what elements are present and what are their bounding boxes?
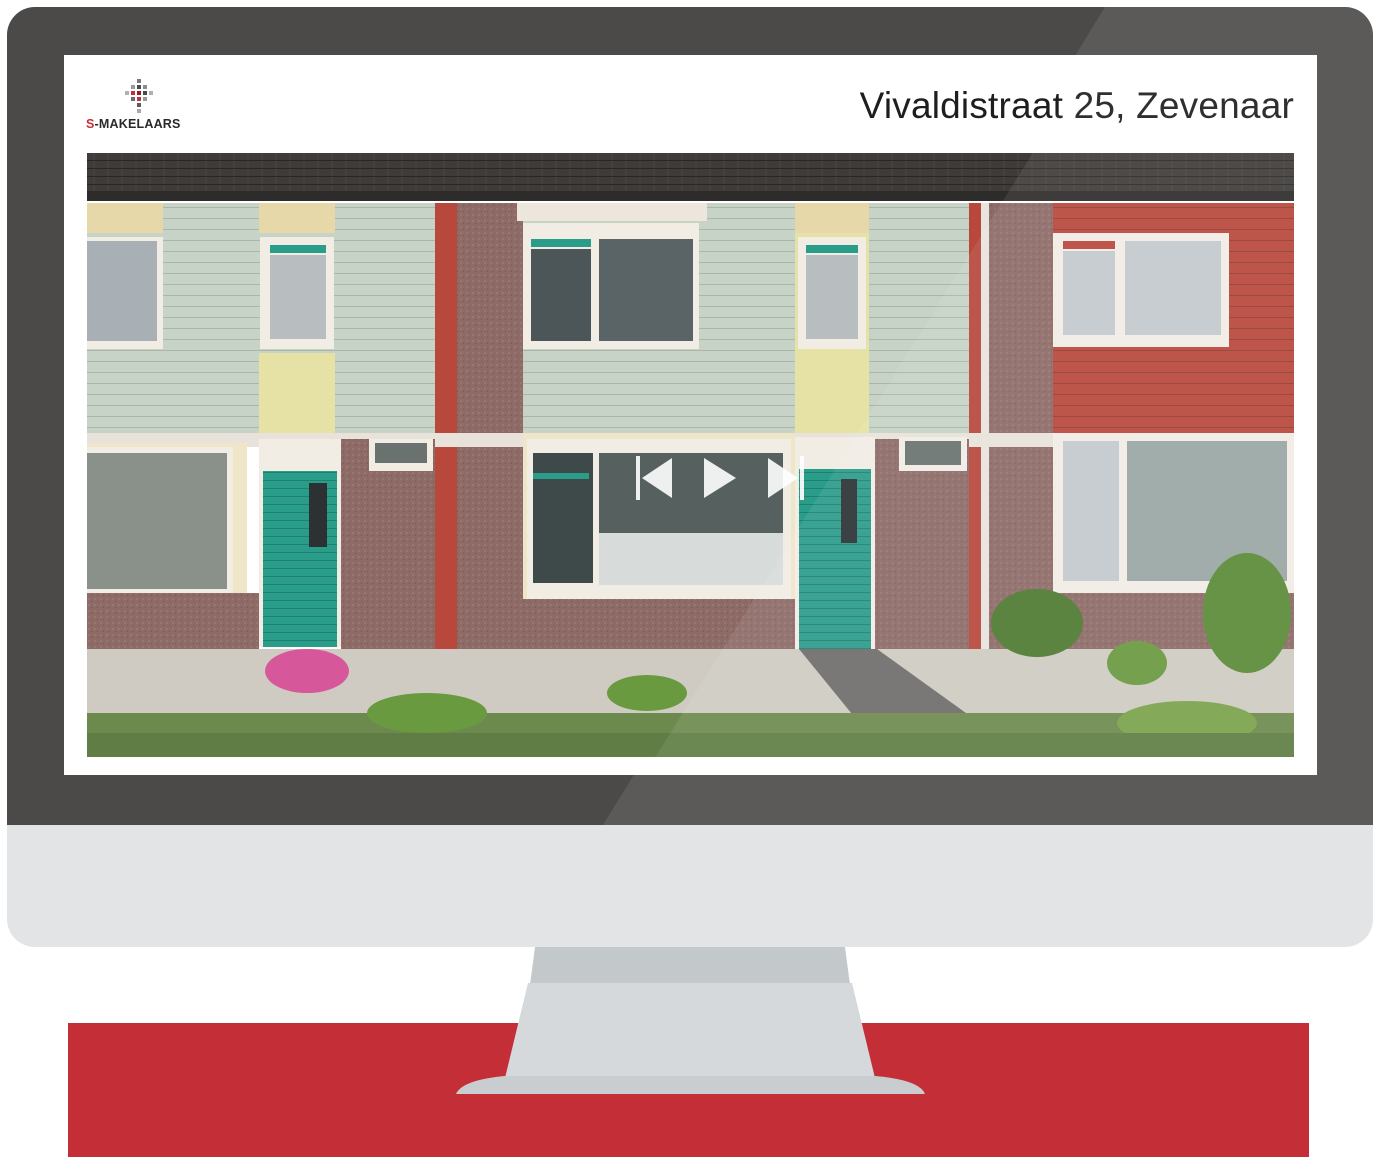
slideshow-controls bbox=[636, 455, 806, 501]
company-logo[interactable]: S-MAKELAARS bbox=[86, 79, 206, 135]
play-icon[interactable] bbox=[702, 455, 738, 501]
s-makelaars-logo-icon bbox=[125, 79, 153, 113]
logo-text: S-MAKELAARS bbox=[86, 117, 181, 131]
monitor: S-MAKELAARS Vivaldistraat 25, Zevenaar bbox=[7, 7, 1373, 947]
skip-previous-icon[interactable] bbox=[636, 455, 676, 501]
screen: S-MAKELAARS Vivaldistraat 25, Zevenaar bbox=[64, 55, 1317, 775]
skip-next-icon[interactable] bbox=[764, 455, 804, 501]
property-address-title: Vivaldistraat 25, Zevenaar bbox=[859, 85, 1294, 126]
property-photo bbox=[87, 153, 1294, 757]
